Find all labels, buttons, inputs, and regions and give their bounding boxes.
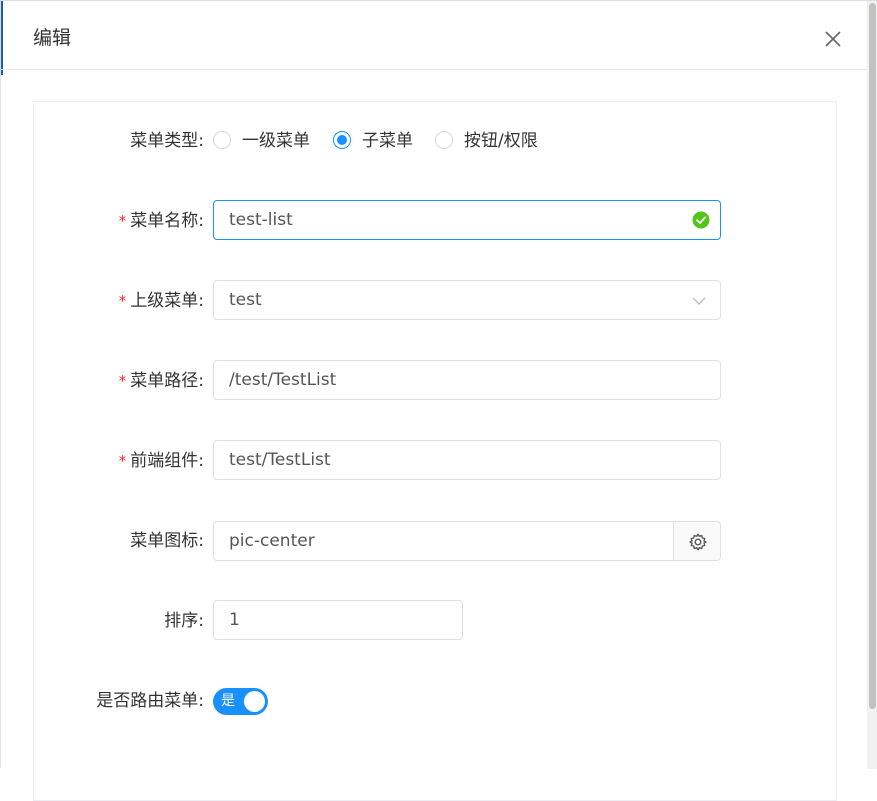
frontend-component-label-text: 前端组件:	[130, 451, 204, 471]
radio-label: 一级菜单	[242, 131, 310, 151]
sort-order-value: 1	[229, 610, 240, 630]
close-button[interactable]	[819, 25, 847, 53]
switch-knob	[244, 691, 265, 712]
parent-menu-select[interactable]: test	[213, 280, 721, 320]
frontend-component-input[interactable]: test/TestList	[213, 440, 721, 480]
radio-label: 按钮/权限	[464, 131, 538, 151]
scrollbar[interactable]	[867, 1, 877, 769]
icon-picker-button[interactable]	[673, 521, 721, 561]
frontend-component-label: * 前端组件:	[119, 449, 204, 473]
required-mark: *	[118, 212, 127, 230]
menu-icon-value: pic-center	[229, 531, 315, 551]
menu-icon-label: 菜单图标:	[130, 529, 204, 553]
is-route-menu-switch[interactable]: 是	[213, 688, 268, 715]
menu-icon-label-text: 菜单图标:	[130, 531, 204, 551]
menu-type-label: 菜单类型:	[130, 129, 204, 153]
radio-circle	[435, 131, 453, 149]
frontend-component-value: test/TestList	[229, 450, 331, 470]
menu-name-label-text: 菜单名称:	[130, 211, 204, 231]
chevron-down-icon	[692, 297, 706, 305]
gear-icon	[689, 533, 707, 551]
menu-path-label: * 菜单路径:	[119, 369, 204, 393]
parent-menu-value: test	[229, 290, 262, 310]
radio-sub-menu[interactable]: 子菜单	[333, 129, 423, 153]
radio-circle	[213, 131, 231, 149]
switch-text: 是	[221, 693, 235, 709]
menu-type-label-text: 菜单类型:	[130, 131, 204, 151]
menu-name-label: * 菜单名称:	[119, 209, 204, 233]
radio-circle-checked	[333, 131, 351, 149]
menu-path-label-text: 菜单路径:	[130, 371, 204, 391]
parent-menu-label: * 上级菜单:	[119, 289, 204, 313]
menu-path-value: /test/TestList	[229, 370, 337, 390]
is-route-menu-label-text: 是否路由菜单:	[96, 691, 204, 711]
check-circle-icon	[692, 211, 710, 229]
menu-name-input[interactable]: test-list	[213, 200, 721, 240]
scrollbar-thumb[interactable]	[869, 3, 876, 709]
dialog-title: 编辑	[33, 27, 72, 49]
sort-order-label: 排序:	[164, 609, 204, 633]
radio-top-level-menu[interactable]: 一级菜单	[213, 129, 323, 153]
close-icon	[825, 31, 841, 47]
radio-button-permission[interactable]: 按钮/权限	[435, 129, 555, 153]
parent-menu-label-text: 上级菜单:	[130, 291, 204, 311]
is-route-menu-label: 是否路由菜单:	[96, 689, 204, 713]
menu-name-value: test-list	[229, 210, 293, 230]
menu-icon-input[interactable]: pic-center	[213, 521, 674, 561]
sort-order-input[interactable]: 1	[213, 600, 463, 640]
sort-order-label-text: 排序:	[164, 611, 204, 631]
required-mark: *	[118, 452, 127, 470]
dialog-header: 编辑	[1, 1, 867, 70]
required-mark: *	[118, 292, 127, 310]
radio-label: 子菜单	[362, 131, 413, 151]
required-mark: *	[118, 372, 127, 390]
edit-menu-dialog: 编辑 菜单类型: 一级菜单 子菜单 按钮/权限 * 菜单名称: test-lis…	[0, 0, 877, 801]
menu-path-input[interactable]: /test/TestList	[213, 360, 721, 400]
